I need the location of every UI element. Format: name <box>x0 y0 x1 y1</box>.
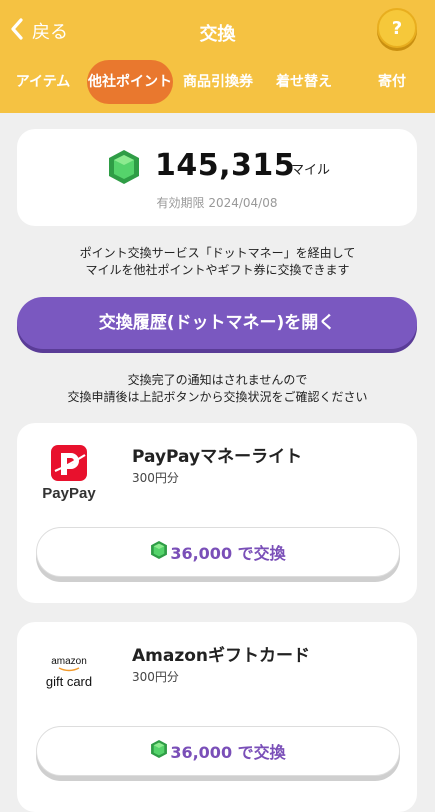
exchange-button[interactable]: 36,000 で交換 <box>36 726 400 776</box>
open-history-button[interactable]: 交換履歴(ドットマネー)を開く <box>17 297 417 349</box>
gem-icon <box>150 739 170 763</box>
gift-card-text: gift card <box>45 674 93 689</box>
question-icon: ? <box>391 17 403 39</box>
paypay-logo: PayPay <box>35 441 103 509</box>
description-line: ポイント交換サービス「ドットマネー」を経由して <box>79 246 356 260</box>
amazon-gift-card-logo: amazon gift card <box>35 640 103 708</box>
description-line: マイルを他社ポイントやギフト券に交換できます <box>85 263 350 277</box>
exchange-item-paypay: PayPay PayPayマネーライト 300円分 36,000 で交換 <box>17 423 417 603</box>
exchange-button-label: 36,000 で交換 <box>170 544 286 563</box>
item-amount: 300円分 <box>132 670 179 684</box>
header-bar: 戻る 交換 ? アイテム 他社ポイント 商品引換券 着せ替え 寄付 <box>0 0 435 113</box>
paypay-logo-text: PayPay <box>42 485 96 502</box>
amazon-logo-text: amazon <box>51 656 87 667</box>
miles-card: 145,315 マイル 有効期限 2024/04/08 <box>17 129 417 226</box>
category-tabs: アイテム 他社ポイント 商品引換券 着せ替え 寄付 <box>0 60 435 104</box>
item-name: PayPayマネーライト <box>132 447 303 467</box>
notice-line: 交換完了の通知はされませんので <box>127 373 308 387</box>
page-title: 交換 <box>199 24 236 45</box>
mile-expiry: 有効期限 2024/04/08 <box>156 196 278 210</box>
item-name: Amazonギフトカード <box>132 646 311 666</box>
tab-vouchers[interactable]: 商品引換券 <box>178 60 258 104</box>
exchange-item-amazon: amazon gift card Amazonギフトカード 300円分 36,0… <box>17 622 417 812</box>
notice-text: 交換完了の通知はされませんので 交換申請後は上記ボタンから交換状況をご確認くださ… <box>0 372 435 406</box>
item-amount: 300円分 <box>132 471 179 485</box>
service-description: ポイント交換サービス「ドットマネー」を経由して マイルを他社ポイントやギフト券に… <box>0 245 435 279</box>
mile-unit: マイル <box>291 163 331 178</box>
tab-donation[interactable]: 寄付 <box>360 60 424 104</box>
amazon-smile-icon <box>58 667 80 672</box>
tab-dress-up[interactable]: 着せ替え <box>268 60 340 104</box>
gem-icon <box>107 149 141 189</box>
gem-icon <box>150 540 170 564</box>
notice-line: 交換申請後は上記ボタンから交換状況をご確認ください <box>67 390 368 404</box>
exchange-button[interactable]: 36,000 で交換 <box>36 527 400 577</box>
tab-other-points[interactable]: 他社ポイント <box>87 60 173 104</box>
tab-items[interactable]: アイテム <box>6 60 80 104</box>
exchange-button-label: 36,000 で交換 <box>170 743 286 762</box>
mile-balance: 145,315 <box>155 148 296 183</box>
help-button[interactable]: ? <box>377 8 417 48</box>
